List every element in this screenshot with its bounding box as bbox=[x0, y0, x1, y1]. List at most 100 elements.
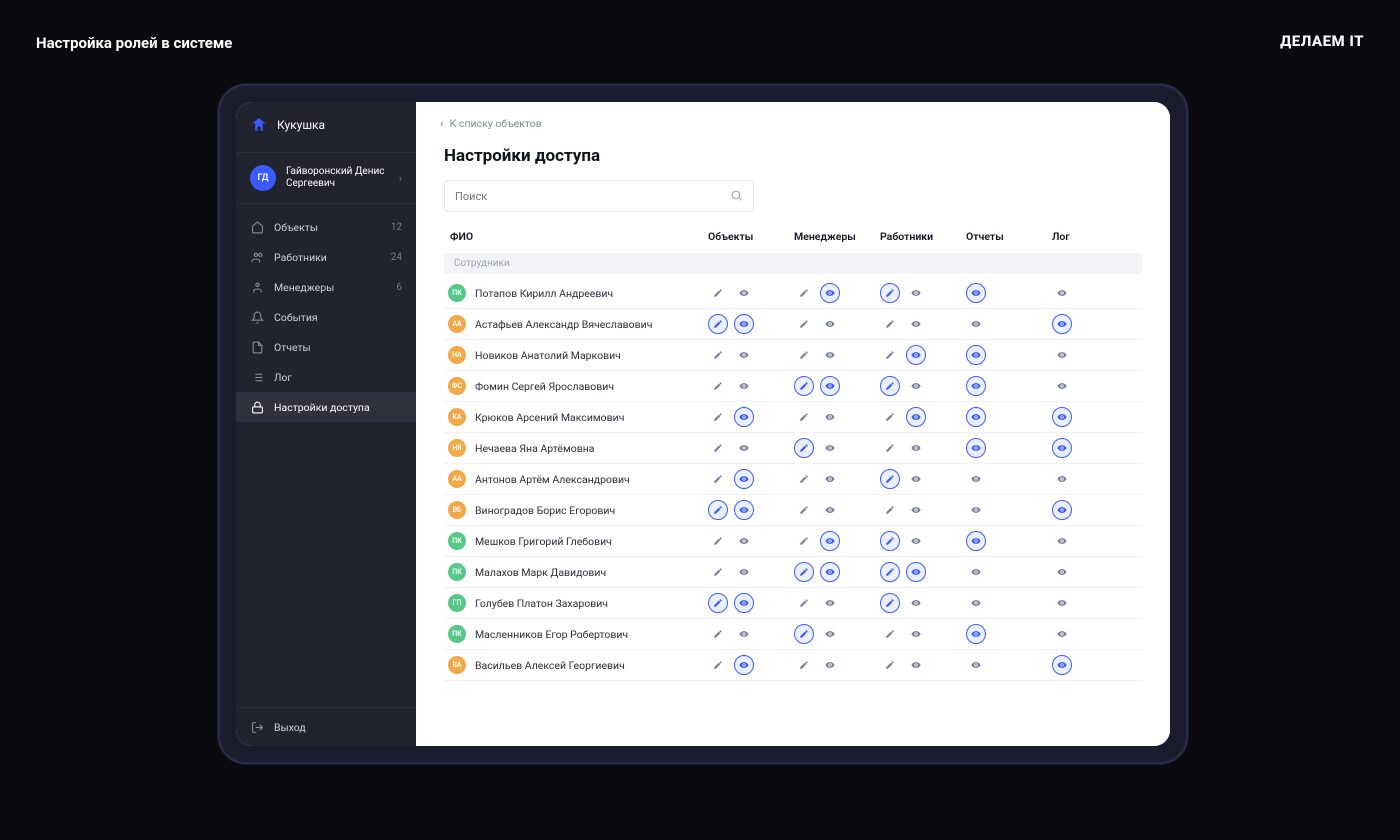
edit-permission-toggle[interactable] bbox=[880, 438, 900, 458]
view-permission-toggle[interactable] bbox=[906, 407, 926, 427]
view-permission-toggle[interactable] bbox=[820, 376, 840, 396]
view-permission-toggle[interactable] bbox=[906, 376, 926, 396]
view-permission-toggle[interactable] bbox=[966, 438, 986, 458]
edit-permission-toggle[interactable] bbox=[708, 593, 728, 613]
view-permission-toggle[interactable] bbox=[820, 624, 840, 644]
edit-permission-toggle[interactable] bbox=[708, 624, 728, 644]
view-permission-toggle[interactable] bbox=[734, 624, 754, 644]
sidebar-item-log[interactable]: Лог bbox=[236, 362, 416, 392]
view-permission-toggle[interactable] bbox=[734, 562, 754, 582]
edit-permission-toggle[interactable] bbox=[708, 345, 728, 365]
view-permission-toggle[interactable] bbox=[906, 624, 926, 644]
edit-permission-toggle[interactable] bbox=[794, 283, 814, 303]
view-permission-toggle[interactable] bbox=[1052, 469, 1072, 489]
edit-permission-toggle[interactable] bbox=[708, 500, 728, 520]
view-permission-toggle[interactable] bbox=[1052, 345, 1072, 365]
view-permission-toggle[interactable] bbox=[906, 562, 926, 582]
edit-permission-toggle[interactable] bbox=[794, 531, 814, 551]
edit-permission-toggle[interactable] bbox=[880, 624, 900, 644]
view-permission-toggle[interactable] bbox=[966, 624, 986, 644]
view-permission-toggle[interactable] bbox=[906, 438, 926, 458]
edit-permission-toggle[interactable] bbox=[708, 376, 728, 396]
edit-permission-toggle[interactable] bbox=[880, 562, 900, 582]
view-permission-toggle[interactable] bbox=[1052, 655, 1072, 675]
edit-permission-toggle[interactable] bbox=[708, 438, 728, 458]
edit-permission-toggle[interactable] bbox=[794, 655, 814, 675]
user-profile[interactable]: ГД Гайворонский Денис Сергеевич › bbox=[236, 152, 416, 204]
edit-permission-toggle[interactable] bbox=[880, 283, 900, 303]
view-permission-toggle[interactable] bbox=[734, 469, 754, 489]
sidebar-item-doc[interactable]: Отчеты bbox=[236, 332, 416, 362]
view-permission-toggle[interactable] bbox=[966, 531, 986, 551]
view-permission-toggle[interactable] bbox=[906, 500, 926, 520]
sidebar-item-people[interactable]: Работники24 bbox=[236, 242, 416, 272]
edit-permission-toggle[interactable] bbox=[880, 500, 900, 520]
view-permission-toggle[interactable] bbox=[966, 562, 986, 582]
view-permission-toggle[interactable] bbox=[734, 531, 754, 551]
edit-permission-toggle[interactable] bbox=[880, 345, 900, 365]
edit-permission-toggle[interactable] bbox=[880, 531, 900, 551]
view-permission-toggle[interactable] bbox=[966, 500, 986, 520]
view-permission-toggle[interactable] bbox=[1052, 531, 1072, 551]
view-permission-toggle[interactable] bbox=[734, 500, 754, 520]
view-permission-toggle[interactable] bbox=[734, 345, 754, 365]
view-permission-toggle[interactable] bbox=[734, 407, 754, 427]
sidebar-item-home[interactable]: Объекты12 bbox=[236, 212, 416, 242]
view-permission-toggle[interactable] bbox=[1052, 283, 1072, 303]
view-permission-toggle[interactable] bbox=[966, 283, 986, 303]
sidebar-item-manager[interactable]: Менеджеры6 bbox=[236, 272, 416, 302]
view-permission-toggle[interactable] bbox=[1052, 438, 1072, 458]
sidebar-item-bell[interactable]: События bbox=[236, 302, 416, 332]
view-permission-toggle[interactable] bbox=[820, 407, 840, 427]
view-permission-toggle[interactable] bbox=[966, 376, 986, 396]
view-permission-toggle[interactable] bbox=[734, 283, 754, 303]
edit-permission-toggle[interactable] bbox=[708, 562, 728, 582]
edit-permission-toggle[interactable] bbox=[708, 655, 728, 675]
edit-permission-toggle[interactable] bbox=[708, 407, 728, 427]
view-permission-toggle[interactable] bbox=[734, 438, 754, 458]
edit-permission-toggle[interactable] bbox=[794, 345, 814, 365]
edit-permission-toggle[interactable] bbox=[880, 469, 900, 489]
logout-button[interactable]: Выход bbox=[236, 707, 416, 746]
view-permission-toggle[interactable] bbox=[820, 283, 840, 303]
edit-permission-toggle[interactable] bbox=[880, 407, 900, 427]
view-permission-toggle[interactable] bbox=[906, 283, 926, 303]
view-permission-toggle[interactable] bbox=[1052, 314, 1072, 334]
back-link[interactable]: ‹ К списку объектов bbox=[416, 102, 1170, 130]
view-permission-toggle[interactable] bbox=[906, 314, 926, 334]
edit-permission-toggle[interactable] bbox=[708, 314, 728, 334]
view-permission-toggle[interactable] bbox=[820, 562, 840, 582]
view-permission-toggle[interactable] bbox=[820, 314, 840, 334]
edit-permission-toggle[interactable] bbox=[794, 500, 814, 520]
edit-permission-toggle[interactable] bbox=[880, 593, 900, 613]
view-permission-toggle[interactable] bbox=[1052, 562, 1072, 582]
view-permission-toggle[interactable] bbox=[966, 469, 986, 489]
view-permission-toggle[interactable] bbox=[734, 314, 754, 334]
view-permission-toggle[interactable] bbox=[1052, 407, 1072, 427]
view-permission-toggle[interactable] bbox=[820, 469, 840, 489]
view-permission-toggle[interactable] bbox=[1052, 593, 1072, 613]
edit-permission-toggle[interactable] bbox=[794, 624, 814, 644]
view-permission-toggle[interactable] bbox=[820, 345, 840, 365]
edit-permission-toggle[interactable] bbox=[794, 407, 814, 427]
view-permission-toggle[interactable] bbox=[734, 593, 754, 613]
edit-permission-toggle[interactable] bbox=[794, 562, 814, 582]
view-permission-toggle[interactable] bbox=[1052, 500, 1072, 520]
edit-permission-toggle[interactable] bbox=[794, 314, 814, 334]
view-permission-toggle[interactable] bbox=[820, 655, 840, 675]
view-permission-toggle[interactable] bbox=[906, 593, 926, 613]
search-box[interactable] bbox=[444, 180, 754, 212]
edit-permission-toggle[interactable] bbox=[794, 593, 814, 613]
edit-permission-toggle[interactable] bbox=[880, 376, 900, 396]
view-permission-toggle[interactable] bbox=[734, 655, 754, 675]
view-permission-toggle[interactable] bbox=[1052, 624, 1072, 644]
edit-permission-toggle[interactable] bbox=[880, 314, 900, 334]
edit-permission-toggle[interactable] bbox=[794, 376, 814, 396]
view-permission-toggle[interactable] bbox=[1052, 376, 1072, 396]
search-input[interactable] bbox=[455, 190, 730, 203]
view-permission-toggle[interactable] bbox=[906, 655, 926, 675]
edit-permission-toggle[interactable] bbox=[708, 283, 728, 303]
view-permission-toggle[interactable] bbox=[906, 469, 926, 489]
view-permission-toggle[interactable] bbox=[906, 531, 926, 551]
view-permission-toggle[interactable] bbox=[966, 314, 986, 334]
